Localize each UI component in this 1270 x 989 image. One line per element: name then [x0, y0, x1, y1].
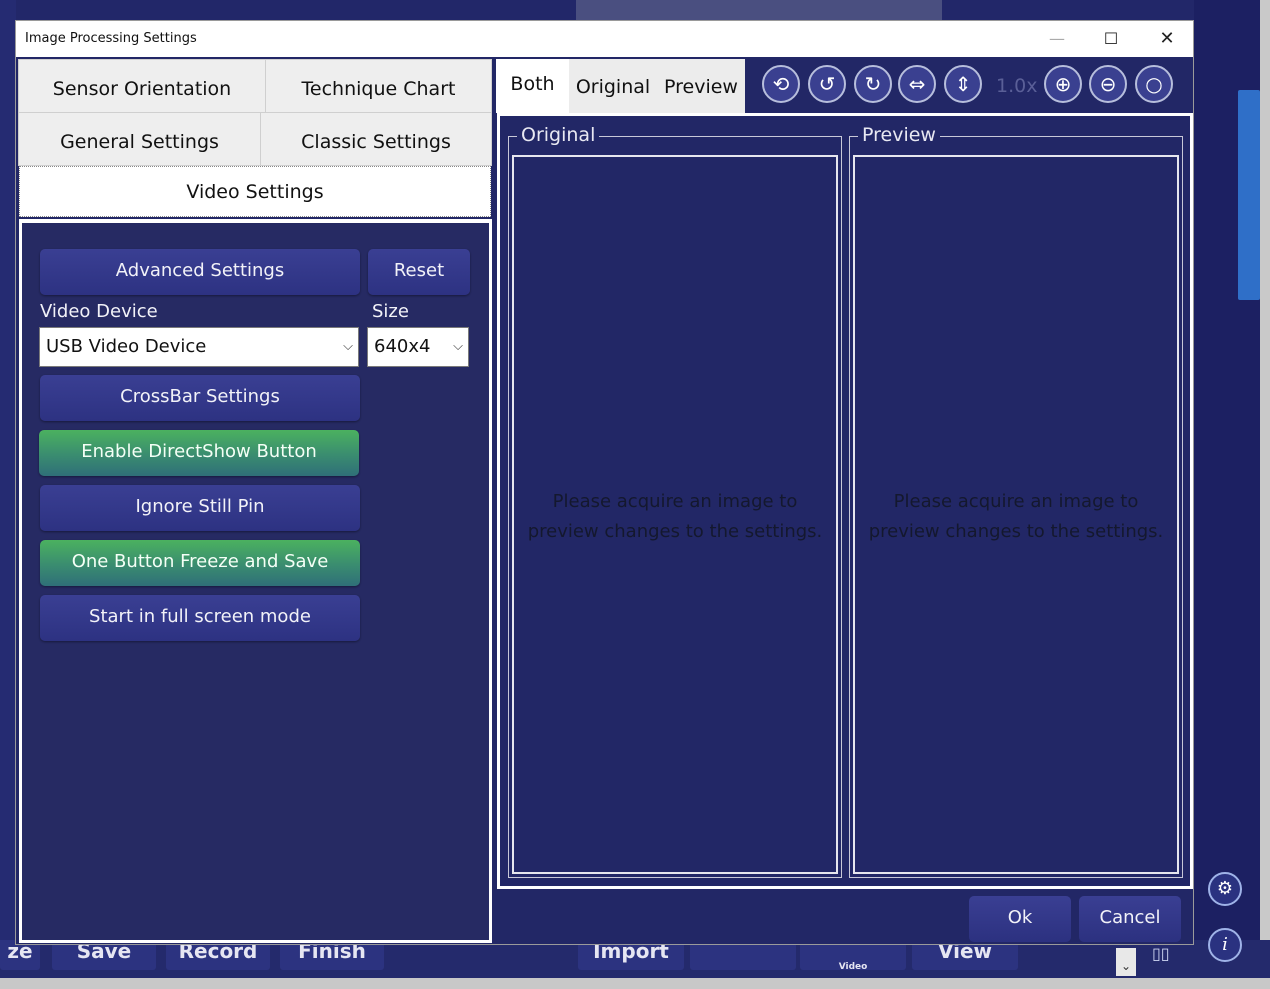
tab-preview[interactable]: Preview: [657, 59, 745, 113]
chevron-down-icon: ⌵: [343, 339, 353, 354]
gear-icon[interactable]: ⚙: [1208, 872, 1242, 906]
size-select[interactable]: 640x4 ⌵: [367, 327, 469, 367]
maximize-icon[interactable]: ☐: [1088, 21, 1134, 57]
enable-directshow-button[interactable]: Enable DirectShow Button: [39, 430, 359, 476]
close-icon[interactable]: ✕: [1144, 21, 1190, 57]
start-full-screen-button[interactable]: Start in full screen mode: [40, 595, 360, 641]
original-group-title: Original: [517, 124, 600, 146]
one-button-freeze-save-button[interactable]: One Button Freeze and Save: [40, 540, 360, 586]
background-window-edge: [1260, 0, 1270, 989]
rotate-right-icon[interactable]: ↻: [854, 65, 892, 103]
zoom-out-icon[interactable]: ⊖: [1089, 65, 1127, 103]
zoom-fit-icon[interactable]: ○: [1135, 65, 1173, 103]
original-placeholder-text: Please acquire an image to preview chang…: [527, 491, 823, 542]
zoom-in-icon[interactable]: ⊕: [1044, 65, 1082, 103]
ok-button[interactable]: Ok: [969, 896, 1071, 942]
zoom-level: 1.0x: [996, 75, 1038, 97]
preview-image-area: Please acquire an image to preview chang…: [853, 155, 1179, 874]
size-label: Size: [372, 301, 409, 322]
cancel-button[interactable]: Cancel: [1079, 896, 1181, 942]
title-bar: Image Processing Settings — ☐ ✕: [16, 21, 1193, 57]
ignore-still-pin-button[interactable]: Ignore Still Pin: [40, 485, 360, 531]
preview-placeholder-text: Please acquire an image to preview chang…: [868, 491, 1164, 542]
preview-group: Preview Please acquire an image to previ…: [849, 124, 1183, 878]
background-scroll-down-icon[interactable]: ⌄: [1116, 948, 1136, 976]
tab-both[interactable]: Both: [496, 59, 569, 113]
reset-button[interactable]: Reset: [368, 249, 470, 295]
tab-video-settings[interactable]: Video Settings: [19, 166, 491, 217]
advanced-settings-button[interactable]: Advanced Settings: [40, 249, 360, 295]
chevron-down-icon: ⌵: [453, 339, 463, 354]
crossbar-settings-button[interactable]: CrossBar Settings: [40, 375, 360, 421]
tab-sensor-orientation[interactable]: Sensor Orientation: [18, 59, 266, 113]
flip-vertical-icon[interactable]: ⇕: [944, 65, 982, 103]
tab-general-settings[interactable]: General Settings: [18, 112, 261, 166]
video-settings-panel: Advanced Settings Reset Video Device Siz…: [19, 219, 492, 943]
flip-horizontal-icon[interactable]: ⇔: [898, 65, 936, 103]
image-processing-settings-dialog: Image Processing Settings — ☐ ✕ Sensor O…: [15, 20, 1194, 945]
background-bottom-edge: [0, 978, 1270, 989]
background-scrollbar-thumb[interactable]: [1238, 90, 1260, 300]
background-camera-preview: [576, 0, 942, 20]
minimize-icon[interactable]: —: [1034, 21, 1080, 57]
info-icon[interactable]: i: [1208, 928, 1242, 962]
preview-group-title: Preview: [858, 124, 940, 146]
rotate-reset-icon[interactable]: ⟲: [762, 65, 800, 103]
original-image-area: Please acquire an image to preview chang…: [512, 155, 838, 874]
video-device-label: Video Device: [40, 301, 158, 322]
tab-technique-chart[interactable]: Technique Chart: [265, 59, 492, 113]
preview-area: Original Please acquire an image to prev…: [497, 113, 1193, 889]
background-left-strip: [0, 0, 16, 989]
original-group: Original Please acquire an image to prev…: [508, 124, 842, 878]
tab-original[interactable]: Original: [569, 59, 657, 113]
grid-view-icon[interactable]: ▯▯: [1152, 944, 1170, 963]
dialog-title: Image Processing Settings: [25, 31, 197, 46]
tab-classic-settings[interactable]: Classic Settings: [260, 112, 492, 166]
rotate-left-icon[interactable]: ↺: [808, 65, 846, 103]
video-device-select[interactable]: USB Video Device ⌵: [39, 327, 359, 367]
